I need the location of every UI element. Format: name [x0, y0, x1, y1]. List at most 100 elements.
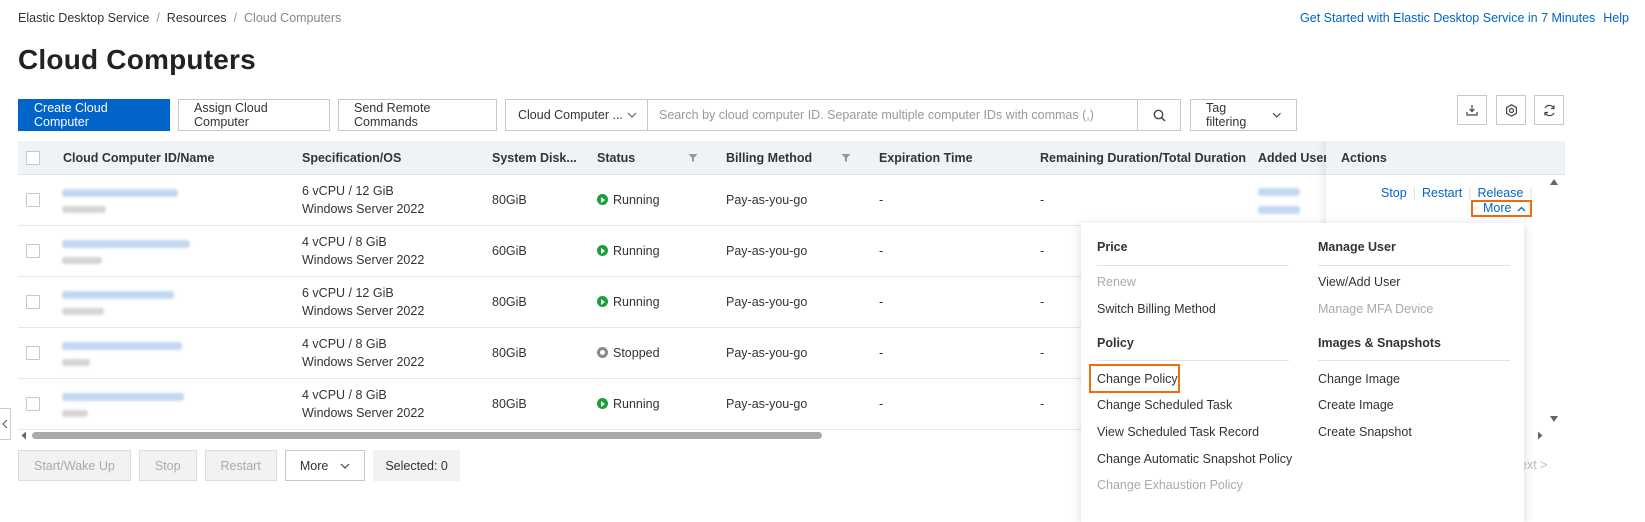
- computer-name-redacted: [62, 359, 90, 366]
- export-button[interactable]: [1457, 95, 1487, 125]
- assign-cloud-computer-button[interactable]: Assign Cloud Computer: [178, 99, 330, 131]
- action-separator: |: [1412, 186, 1416, 200]
- more-actions-link[interactable]: More: [1471, 200, 1532, 217]
- remaining-cell: -: [1040, 193, 1045, 207]
- manage-user-section-title: Manage User: [1318, 240, 1396, 254]
- computer-id-redacted[interactable]: [62, 342, 182, 350]
- scroll-right-arrow[interactable]: [1536, 431, 1544, 440]
- release-link[interactable]: Release: [1478, 186, 1524, 200]
- change-policy-menu-item[interactable]: Change Policy: [1097, 372, 1178, 386]
- settings-button[interactable]: [1496, 95, 1526, 125]
- billing-cell: Pay-as-you-go: [726, 193, 808, 207]
- help-link[interactable]: Help: [1603, 11, 1629, 25]
- batch-restart-button[interactable]: Restart: [204, 450, 277, 481]
- row-checkbox[interactable]: [26, 397, 40, 411]
- status-text: Running: [613, 295, 660, 309]
- chevron-down-icon: [340, 463, 350, 469]
- computer-id-redacted[interactable]: [62, 393, 184, 401]
- stop-link[interactable]: Stop: [1381, 186, 1407, 200]
- billing-cell: Pay-as-you-go: [726, 346, 808, 360]
- chevron-up-icon: [1517, 206, 1526, 212]
- next-page-button[interactable]: ext >: [1520, 458, 1547, 472]
- computer-id-redacted[interactable]: [62, 240, 190, 248]
- more-actions-dropdown: Price Renew Switch Billing Method Policy…: [1081, 223, 1524, 522]
- tag-filtering-label: Tag filtering: [1206, 101, 1247, 129]
- change-image-menu-item[interactable]: Change Image: [1318, 372, 1400, 386]
- renew-menu-item[interactable]: Renew: [1097, 275, 1136, 289]
- expiration-cell: -: [879, 295, 884, 309]
- status-text: Stopped: [613, 346, 660, 360]
- change-scheduled-task-menu-item[interactable]: Change Scheduled Task: [1097, 398, 1232, 412]
- start-wake-up-button[interactable]: Start/Wake Up: [18, 450, 131, 481]
- breadcrumb-eds[interactable]: Elastic Desktop Service: [18, 11, 149, 25]
- billing-cell: Pay-as-you-go: [726, 244, 808, 258]
- scrollbar-thumb[interactable]: [32, 432, 822, 439]
- change-exhaustion-policy-menu-item[interactable]: Change Exhaustion Policy: [1097, 478, 1243, 492]
- user-redacted[interactable]: [1258, 206, 1300, 214]
- row-checkbox[interactable]: [26, 346, 40, 360]
- status-filter-icon[interactable]: [688, 153, 698, 163]
- change-auto-snapshot-policy-menu-item[interactable]: Change Automatic Snapshot Policy: [1097, 452, 1292, 466]
- batch-more-button[interactable]: More: [284, 450, 366, 481]
- restart-link[interactable]: Restart: [1422, 186, 1462, 200]
- create-image-menu-item[interactable]: Create Image: [1318, 398, 1394, 412]
- divider: [1097, 360, 1289, 361]
- view-scheduled-task-record-menu-item[interactable]: View Scheduled Task Record: [1097, 425, 1259, 439]
- running-status-icon: [597, 398, 608, 409]
- row-checkbox[interactable]: [26, 295, 40, 309]
- expiration-cell: -: [879, 397, 884, 411]
- status-text: Running: [613, 397, 660, 411]
- refresh-icon: [1543, 104, 1555, 116]
- computer-id-redacted[interactable]: [62, 291, 174, 299]
- disk-cell: 60GiB: [492, 244, 527, 258]
- select-all-checkbox[interactable]: [26, 151, 40, 165]
- billing-filter-icon[interactable]: [841, 153, 851, 163]
- batch-more-label: More: [299, 458, 329, 473]
- remaining-cell: -: [1040, 244, 1045, 258]
- batch-actions: Start/Wake Up Stop Restart More Selected…: [18, 450, 460, 481]
- row-checkbox[interactable]: [26, 193, 40, 207]
- search-button[interactable]: [1138, 99, 1181, 131]
- column-header-spec-os: Specification/OS: [302, 151, 402, 165]
- row-checkbox[interactable]: [26, 244, 40, 258]
- scroll-up-arrow[interactable]: [1550, 179, 1558, 185]
- remaining-cell: -: [1040, 397, 1045, 411]
- user-redacted[interactable]: [1258, 188, 1300, 196]
- get-started-link[interactable]: Get Started with Elastic Desktop Service…: [1300, 11, 1595, 25]
- disk-cell: 80GiB: [492, 346, 527, 360]
- view-add-user-menu-item[interactable]: View/Add User: [1318, 275, 1400, 289]
- chevron-down-icon: [627, 112, 637, 118]
- images-snapshots-section-title: Images & Snapshots: [1318, 336, 1441, 350]
- action-separator: |: [1468, 186, 1472, 200]
- os-cell: Windows Server 2022: [302, 406, 425, 420]
- scroll-left-arrow[interactable]: [20, 431, 28, 440]
- switch-billing-menu-item[interactable]: Switch Billing Method: [1097, 302, 1216, 316]
- side-panel-toggle[interactable]: [0, 408, 11, 440]
- running-status-icon: [597, 194, 608, 205]
- status-cell: Stopped: [597, 346, 660, 360]
- refresh-button[interactable]: [1534, 95, 1564, 125]
- computer-name-redacted: [62, 308, 104, 315]
- remaining-cell: -: [1040, 295, 1045, 309]
- os-cell: Windows Server 2022: [302, 304, 425, 318]
- row-actions: Stop | Restart | Release |: [1381, 186, 1539, 200]
- computer-id-redacted[interactable]: [62, 189, 178, 197]
- chevron-left-icon: [2, 419, 8, 429]
- breadcrumb-separator: /: [233, 11, 238, 25]
- page-title: Cloud Computers: [18, 44, 256, 75]
- search-input[interactable]: [648, 99, 1138, 131]
- batch-stop-button[interactable]: Stop: [138, 450, 197, 481]
- search-field-select[interactable]: Cloud Computer ...: [505, 99, 648, 131]
- expiration-cell: -: [879, 244, 884, 258]
- send-remote-commands-button[interactable]: Send Remote Commands: [338, 99, 497, 131]
- scroll-down-arrow[interactable]: [1550, 416, 1558, 422]
- manage-mfa-menu-item[interactable]: Manage MFA Device: [1318, 302, 1433, 316]
- create-snapshot-menu-item[interactable]: Create Snapshot: [1318, 425, 1412, 439]
- running-status-icon: [597, 245, 608, 256]
- tag-filtering-button[interactable]: Tag filtering: [1190, 99, 1297, 131]
- create-cloud-computer-button[interactable]: Create Cloud Computer: [18, 99, 170, 131]
- column-header-expiration: Expiration Time: [879, 151, 973, 165]
- status-cell: Running: [597, 193, 660, 207]
- breadcrumb-resources[interactable]: Resources: [167, 11, 227, 25]
- os-cell: Windows Server 2022: [302, 355, 425, 369]
